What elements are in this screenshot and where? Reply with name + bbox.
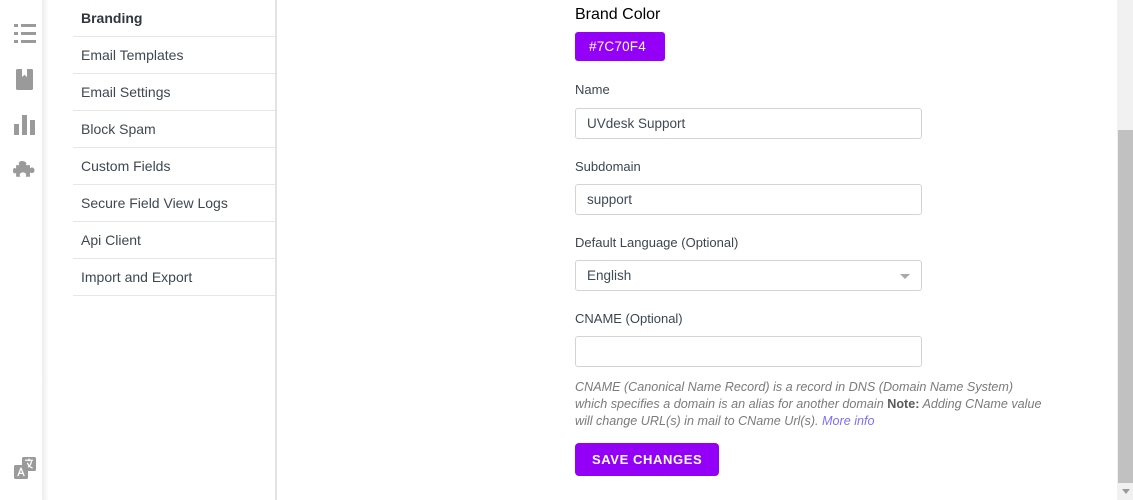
chevron-down-icon [1121, 489, 1130, 494]
bar-chart-icon [14, 115, 35, 135]
cname-help-line2: specifies a domain is an alias for anoth… [610, 397, 884, 411]
cname-label: CNAME (Optional) [575, 311, 683, 326]
branding-form-panel: Brand Color #7C70F4 Name Subdomain Defau… [276, 0, 1133, 500]
cname-input[interactable] [575, 336, 922, 367]
brand-color-swatch[interactable]: #7C70F4 [575, 32, 665, 61]
name-label: Name [575, 82, 610, 97]
more-info-link[interactable]: More info [822, 414, 875, 428]
sidebar-item-secure-field-view-logs[interactable]: Secure Field View Logs [73, 185, 275, 222]
subdomain-label: Subdomain [575, 159, 641, 174]
content-divider [276, 0, 277, 500]
bookmark-icon [16, 68, 33, 90]
list-icon [13, 23, 36, 43]
sidebar-item-email-templates[interactable]: Email Templates [73, 37, 275, 74]
scrollbar-thumb[interactable] [1118, 130, 1133, 483]
name-input[interactable] [575, 108, 922, 139]
sidebar-item-translations[interactable] [0, 446, 49, 492]
sidebar-item-tickets[interactable] [0, 10, 49, 56]
subdomain-input[interactable] [575, 184, 922, 215]
translate-icon [13, 457, 37, 481]
default-language-label: Default Language (Optional) [575, 235, 739, 250]
sidebar-item-import-and-export[interactable]: Import and Export [73, 259, 275, 296]
cname-help-text: CNAME (Canonical Name Record) is a recor… [575, 379, 1045, 430]
sidebar-item-block-spam[interactable]: Block Spam [73, 111, 275, 148]
default-language-value[interactable]: English [575, 260, 922, 291]
settings-subnav-list: Branding Email Templates Email Settings … [73, 0, 275, 296]
settings-subnav: Branding Email Templates Email Settings … [49, 0, 276, 500]
sidebar-item-custom-fields[interactable]: Custom Fields [73, 148, 275, 185]
icon-rail [0, 0, 49, 500]
sidebar-item-api-client[interactable]: Api Client [73, 222, 275, 259]
puzzle-piece-icon [13, 160, 36, 182]
sidebar-item-apps[interactable] [0, 148, 49, 194]
save-changes-button[interactable]: SAVE CHANGES [575, 443, 720, 476]
brand-color-label: Brand Color [575, 6, 661, 23]
sidebar-item-email-settings[interactable]: Email Settings [73, 74, 275, 111]
sidebar-item-branding[interactable]: Branding [73, 0, 275, 37]
vertical-scrollbar[interactable] [1116, 0, 1133, 500]
sidebar-item-reports[interactable] [0, 102, 49, 148]
sidebar-item-knowledgebase[interactable] [0, 56, 49, 102]
scroll-down-button[interactable] [1117, 483, 1133, 500]
settings-page: Branding Email Templates Email Settings … [0, 0, 1133, 500]
default-language-select[interactable]: English [575, 260, 922, 291]
cname-note-label: Note: [887, 397, 920, 411]
